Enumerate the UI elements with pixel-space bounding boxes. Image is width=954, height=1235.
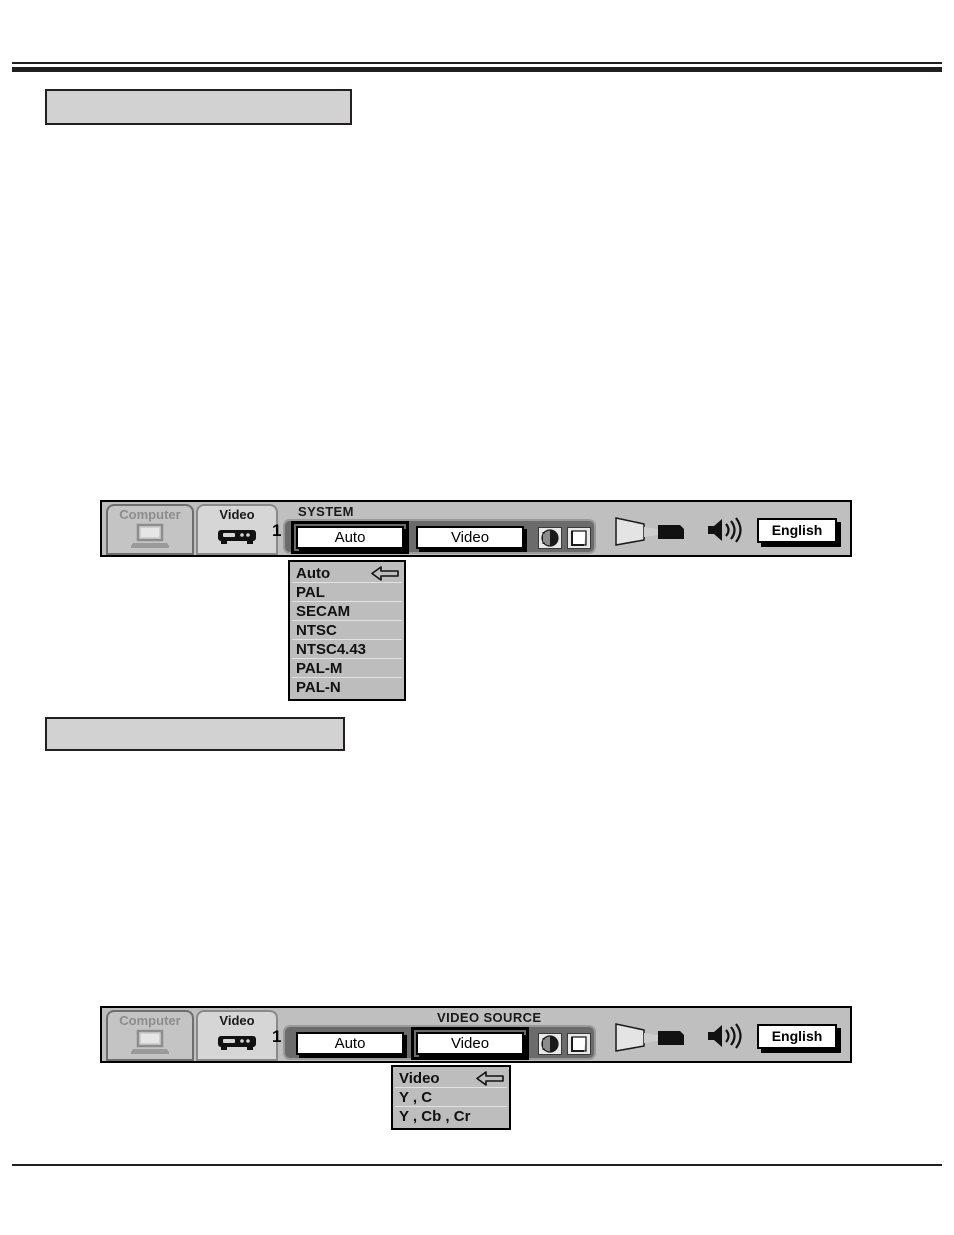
option-button-video[interactable]: Video: [416, 526, 524, 549]
vcr-icon: [198, 1029, 276, 1058]
option-button-auto[interactable]: Auto: [291, 521, 409, 554]
tab-computer-label: Computer: [119, 1013, 181, 1028]
computer-icon: [108, 1029, 192, 1060]
tab-computer[interactable]: Computer: [106, 504, 194, 555]
dropdown-system-list[interactable]: Auto PAL SECAM NTSC NTSC4.43 PAL-M PAL-N: [288, 560, 406, 701]
osd-title-system: SYSTEM: [298, 504, 354, 519]
list-item-label: Auto: [296, 565, 331, 582]
sound-icon[interactable]: [706, 1022, 746, 1055]
language-button[interactable]: English: [757, 518, 837, 543]
video-input-number: 1: [272, 1027, 282, 1046]
list-item[interactable]: PAL-M: [292, 659, 402, 678]
caption-box-top: [45, 89, 352, 125]
selector-group-video-source: Auto Video: [283, 1025, 596, 1060]
osd-title-video-source: VIDEO SOURCE: [437, 1010, 542, 1025]
tab-video-label: Video: [219, 1013, 255, 1028]
tab-computer-label: Computer: [119, 507, 181, 522]
list-item[interactable]: PAL: [292, 583, 402, 602]
option-button-video[interactable]: Video: [411, 1027, 529, 1060]
list-item[interactable]: NTSC: [292, 621, 402, 640]
keystone-icon[interactable]: [567, 527, 591, 549]
projector-screen-icon[interactable]: [614, 1022, 688, 1057]
list-item[interactable]: Y , Cb , Cr: [395, 1107, 507, 1126]
list-item[interactable]: PAL-N: [292, 678, 402, 697]
vcr-icon: [198, 523, 276, 552]
image-adjust-icon[interactable]: [538, 1033, 562, 1055]
list-item[interactable]: Auto: [292, 564, 402, 583]
caption-box-middle: [45, 717, 345, 751]
video-input-number: 1: [272, 521, 282, 540]
tab-video-label: Video: [219, 507, 255, 522]
header-rule-thick: [12, 67, 942, 72]
language-button[interactable]: English: [757, 1024, 837, 1049]
list-item-label: Video: [399, 1070, 440, 1087]
image-adjust-icon[interactable]: [538, 527, 562, 549]
list-item[interactable]: SECAM: [292, 602, 402, 621]
tab-computer[interactable]: Computer: [106, 1010, 194, 1061]
tab-video[interactable]: Video: [196, 504, 278, 555]
list-item[interactable]: Video: [395, 1069, 507, 1088]
computer-icon: [108, 523, 192, 554]
osd-menu-bar-system: Computer Video 1 SYSTEM Auto Video Engli…: [100, 500, 852, 557]
sound-icon[interactable]: [706, 516, 746, 549]
osd-menu-bar-video-source: Computer Video 1 VIDEO SOURCE Auto Video…: [100, 1006, 852, 1063]
list-item[interactable]: NTSC4.43: [292, 640, 402, 659]
option-button-auto[interactable]: Auto: [296, 1032, 404, 1055]
dropdown-video-source-list[interactable]: Video Y , C Y , Cb , Cr: [391, 1065, 511, 1130]
tab-video[interactable]: Video: [196, 1010, 278, 1061]
footer-rule: [12, 1164, 942, 1166]
projector-screen-icon[interactable]: [614, 516, 688, 551]
selector-group-system: Auto Video: [283, 519, 596, 554]
list-item[interactable]: Y , C: [395, 1088, 507, 1107]
header-rule-thin: [12, 62, 942, 64]
keystone-icon[interactable]: [567, 1033, 591, 1055]
